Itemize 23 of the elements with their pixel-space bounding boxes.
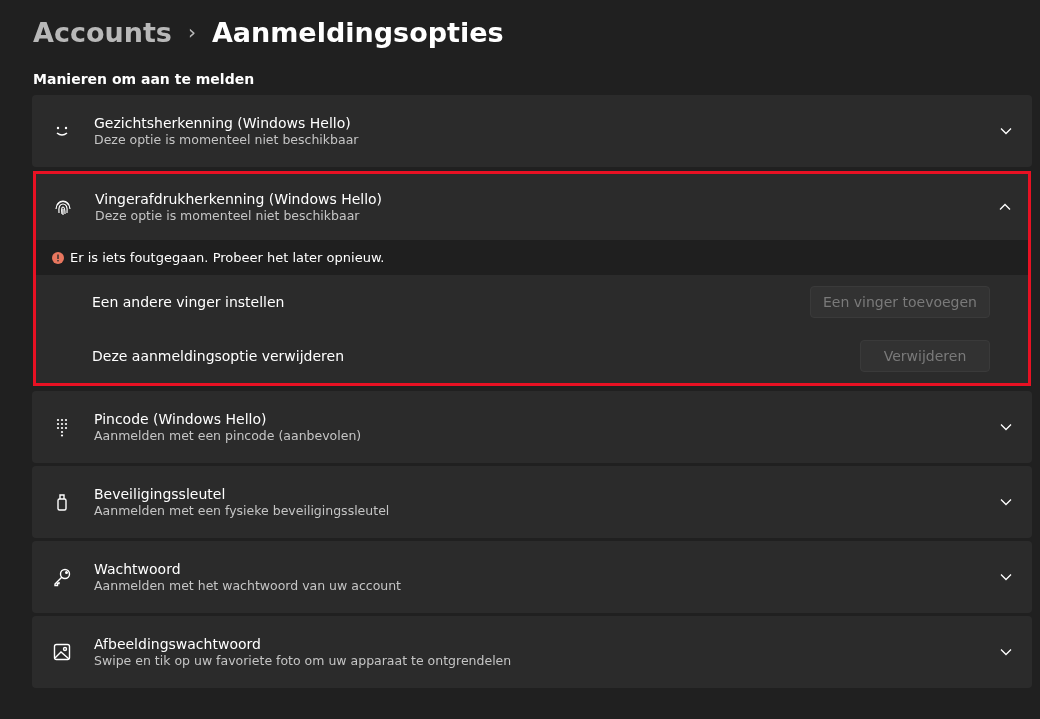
- option-description: Aanmelden met het wachtwoord van uw account: [94, 578, 403, 593]
- option-title: Beveiligingssleutel: [94, 486, 227, 502]
- option-description: Deze optie is momenteel niet beschikbaar: [94, 132, 360, 147]
- option-title: Gezichtsherkenning (Windows Hello): [94, 115, 352, 131]
- breadcrumb-link[interactable]: Accounts: [33, 16, 172, 48]
- option-description: Aanmelden met een pincode (aanbevolen): [94, 428, 363, 443]
- option-title: Vingerafdrukherkenning (Windows Hello): [95, 191, 384, 207]
- setting-label: Een andere vinger instellen: [92, 294, 285, 310]
- error-icon: [52, 251, 64, 264]
- section-title: Manieren om aan te melden: [33, 71, 256, 87]
- option-description: Aanmelden met een fysieke beveiligingssleutel: [94, 503, 391, 518]
- error-message: Er is iets foutgegaan. Probeer het later opnieuw.: [70, 250, 385, 265]
- setting-label: Deze aanmeldingsoptie verwijderen: [92, 348, 345, 364]
- option-description: Swipe en tik op uw favoriete foto om uw apparaat te ontgrendelen: [94, 653, 513, 668]
- image-icon: [52, 642, 72, 662]
- breadcrumb-separator: ›: [187, 20, 196, 44]
- option-description: Deze optie is momenteel niet beschikbaar: [95, 208, 361, 223]
- option-title: Wachtwoord: [94, 561, 182, 577]
- key-icon: [52, 567, 72, 587]
- option-title: Pincode (Windows Hello): [94, 411, 268, 427]
- option-title: Afbeeldingswachtwoord: [94, 636, 262, 652]
- page-title: Aanmeldingsopties: [211, 16, 504, 48]
- fingerprint-icon: [53, 197, 73, 217]
